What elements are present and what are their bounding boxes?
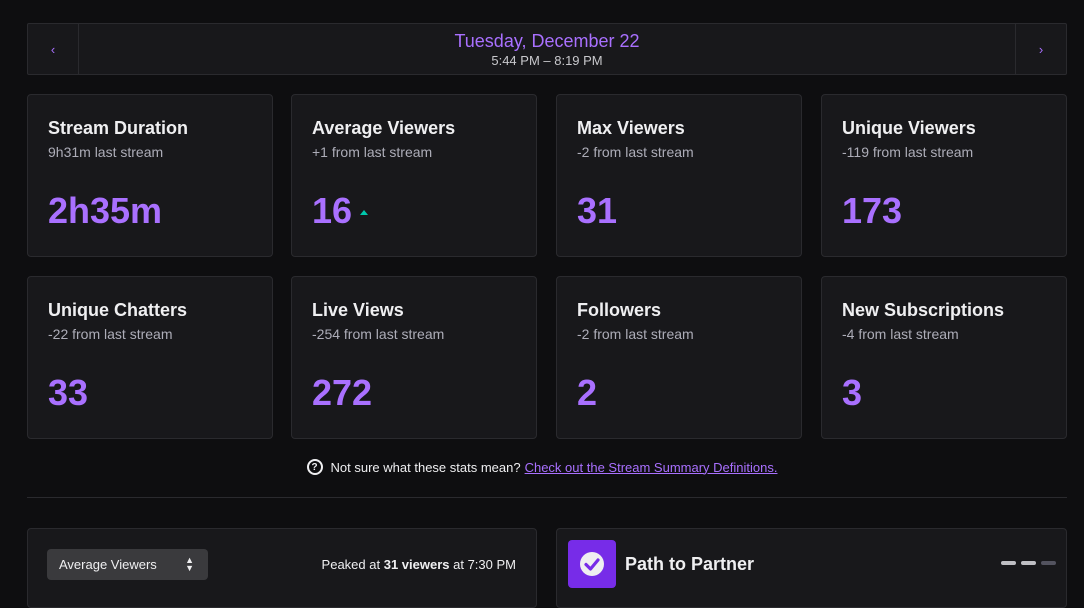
stat-value: 2 xyxy=(577,372,598,413)
pager-dot[interactable] xyxy=(1001,561,1016,565)
stat-title: Followers xyxy=(577,300,662,320)
peak-summary: Peaked at 31 viewers at 7:30 PM xyxy=(321,557,516,572)
stat-value: 272 xyxy=(312,372,373,413)
partner-badge xyxy=(568,540,616,588)
stat-card-average-viewers: Average Viewers +1 from last stream 16 xyxy=(291,94,537,257)
metric-select-value: Average Viewers xyxy=(59,557,157,572)
stat-card-followers: Followers -2 from last stream 2 xyxy=(556,276,802,439)
pager-dot[interactable] xyxy=(1021,561,1036,565)
stat-title: Unique Viewers xyxy=(842,118,976,138)
trend-up-icon xyxy=(360,209,369,215)
stat-comparison: -22 from last stream xyxy=(48,326,173,342)
chevron-left-icon: ‹ xyxy=(50,41,56,57)
help-text: Not sure what these stats mean? xyxy=(330,459,521,475)
path-to-partner-panel: Path to Partner xyxy=(556,528,1067,608)
peak-value: 31 viewers xyxy=(383,557,450,572)
stat-value: 173 xyxy=(842,190,903,231)
stat-comparison: 9h31m last stream xyxy=(48,144,164,160)
pager-dot[interactable] xyxy=(1041,561,1056,565)
stat-comparison: -119 from last stream xyxy=(842,144,974,160)
date-display: Tuesday, December 22 5:44 PM – 8:19 PM xyxy=(79,24,1015,74)
stat-comparison: -254 from last stream xyxy=(312,326,445,342)
select-arrows-icon: ▲ ▼ xyxy=(185,555,194,573)
stat-card-unique-viewers: Unique Viewers -119 from last stream 173 xyxy=(821,94,1067,257)
section-divider xyxy=(27,497,1067,498)
stat-card-live-views: Live Views -254 from last stream 272 xyxy=(291,276,537,439)
stat-title: Unique Chatters xyxy=(48,300,188,320)
stat-comparison: +1 from last stream xyxy=(312,144,433,160)
metric-select[interactable]: Average Viewers ▲ ▼ xyxy=(47,549,208,580)
path-to-partner-title: Path to Partner xyxy=(625,554,755,574)
question-circle-icon: ? xyxy=(306,459,323,475)
stat-comparison: -2 from last stream xyxy=(577,144,694,160)
stat-value: 2h35m xyxy=(48,190,163,231)
stat-value: 31 xyxy=(577,190,618,231)
stat-value: 3 xyxy=(842,372,863,413)
stream-summary-definitions-link[interactable]: Check out the Stream Summary Definitions… xyxy=(525,460,778,475)
stat-title: New Subscriptions xyxy=(842,300,1005,320)
stat-card-new-subscriptions: New Subscriptions -4 from last stream 3 xyxy=(821,276,1067,439)
stat-value: 33 xyxy=(48,372,89,413)
stat-comparison: -4 from last stream xyxy=(842,326,959,342)
stat-title: Stream Duration xyxy=(48,118,189,138)
next-stream-button[interactable]: › xyxy=(1015,24,1066,74)
stat-title: Live Views xyxy=(312,300,404,320)
stat-card-stream-duration: Stream Duration 9h31m last stream 2h35m xyxy=(27,94,273,257)
stream-date: Tuesday, December 22 xyxy=(454,30,640,51)
carousel-pager[interactable] xyxy=(1001,561,1056,565)
stat-card-unique-chatters: Unique Chatters -22 from last stream 33 xyxy=(27,276,273,439)
stat-title: Max Viewers xyxy=(577,118,685,138)
stat-value: 16 xyxy=(312,189,369,233)
stat-comparison: -2 from last stream xyxy=(577,326,694,342)
stats-help: ? Not sure what these stats mean? Check … xyxy=(0,459,1084,475)
viewer-chart-panel: Average Viewers ▲ ▼ Peaked at 31 viewers … xyxy=(27,528,537,608)
stat-card-max-viewers: Max Viewers -2 from last stream 31 xyxy=(556,94,802,257)
stat-title: Average Viewers xyxy=(312,118,456,138)
chevron-right-icon: › xyxy=(1038,41,1044,57)
previous-stream-button[interactable]: ‹ xyxy=(28,24,79,74)
stream-time-range: 5:44 PM – 8:19 PM xyxy=(491,52,603,68)
checkmark-icon xyxy=(580,552,604,576)
date-navigator: ‹ Tuesday, December 22 5:44 PM – 8:19 PM… xyxy=(27,23,1067,75)
